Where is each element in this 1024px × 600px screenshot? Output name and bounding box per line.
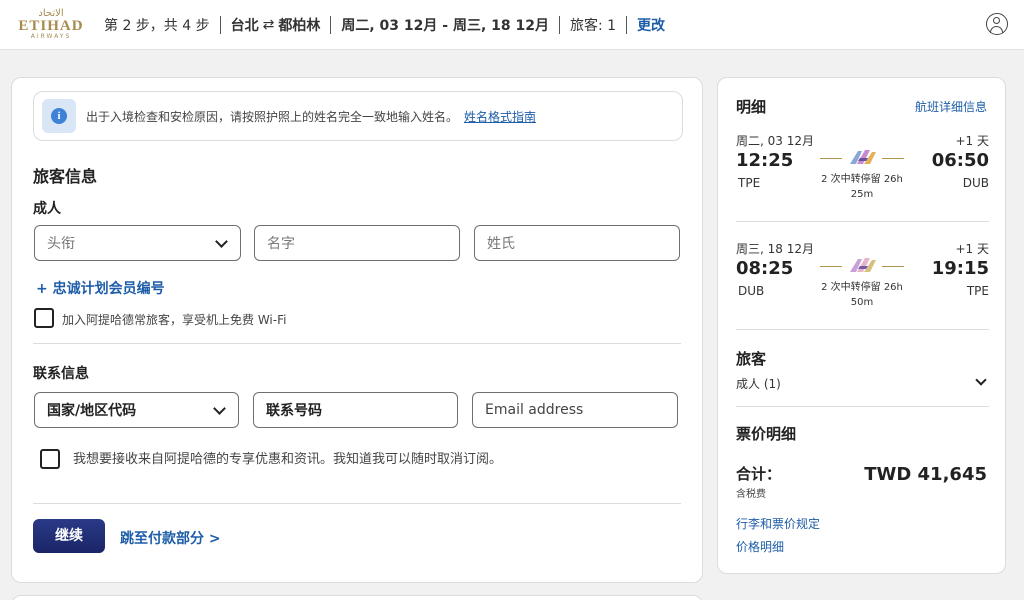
skip-to-payment-link[interactable]: 跳至付款部分 > xyxy=(120,528,221,548)
stops-info: 2 次中转停留 26h 25m xyxy=(821,174,903,200)
traveler-info-title: 旅客信息 xyxy=(33,167,98,186)
divider xyxy=(558,15,560,34)
plus-day: +1 天 xyxy=(955,134,989,148)
section-divider xyxy=(33,503,681,504)
step-indicator: 第 2 步，共 4 步 xyxy=(104,17,210,34)
chevron-down-icon xyxy=(213,402,226,415)
destination-city: 都柏林 xyxy=(278,17,321,34)
swap-arrows-icon: ⇄ xyxy=(262,16,275,33)
divider xyxy=(330,15,332,34)
section-divider xyxy=(33,343,681,344)
summary-divider xyxy=(736,221,989,222)
logo-arabic: الاتحاد xyxy=(38,7,64,19)
outbound-segment: 周二, 03 12月 +1 天 12:25 06:50 2 次中转停留 26h … xyxy=(718,132,1007,222)
total-tax-note: 含税费 xyxy=(736,489,766,500)
next-section-card xyxy=(11,595,703,600)
booking-summary-bar: 第 2 步，共 4 步 台北 ⇄ 都柏林 周二, 03 12月 - 周三, 18… xyxy=(104,15,665,35)
summary-divider xyxy=(736,329,989,330)
notice-text: 出于入境检查和安检原因，请按照护照上的姓名完全一致地输入姓名。 xyxy=(86,109,459,124)
logo-name: ETIHAD xyxy=(18,17,84,34)
logo-tagline: AIRWAYS xyxy=(30,32,72,40)
arrival-time: 19:15 xyxy=(931,258,989,279)
travelers-count: 成人 (1) xyxy=(736,377,781,391)
join-guest-label: 加入阿提哈德常旅客，享受机上免费 Wi-Fi xyxy=(62,313,287,327)
last-name-input[interactable]: 姓氏 xyxy=(474,225,680,261)
baggage-fare-rules-link[interactable]: 行李和票价规定 xyxy=(736,515,820,532)
contact-info-title: 联系信息 xyxy=(33,366,89,382)
country-code-select[interactable]: 国家/地区代码 xyxy=(34,392,239,428)
departure-airport: DUB xyxy=(738,284,765,298)
airline-tail-icon xyxy=(850,150,876,164)
airline-tail-icon xyxy=(850,258,876,272)
total-label: 合计： xyxy=(736,465,782,483)
first-name-input[interactable]: 名字 xyxy=(254,225,460,261)
stops-info: 2 次中转停留 26h 50m xyxy=(821,282,903,308)
return-segment: 周三, 18 12月 +1 天 08:25 19:15 2 次中转停留 26h … xyxy=(718,240,1007,330)
segment-date: 周三, 18 12月 xyxy=(736,242,814,256)
divider xyxy=(219,15,221,34)
marketing-opt-in-label: 我想要接收来自阿提哈德的专享优惠和资讯。我知道我可以随时取消订阅。 xyxy=(73,452,503,467)
departure-airport: TPE xyxy=(738,176,761,190)
arrival-airport: DUB xyxy=(962,176,989,190)
arrival-time: 06:50 xyxy=(931,150,989,171)
passenger-count: 旅客: 1 xyxy=(569,17,617,34)
join-guest-checkbox[interactable] xyxy=(34,308,54,328)
departure-time: 08:25 xyxy=(736,258,794,279)
top-bar: الاتحاد ETIHAD AIRWAYS 第 2 步，共 4 步 台北 ⇄ … xyxy=(0,0,1024,50)
name-format-guide-link[interactable]: 姓名格式指南 xyxy=(464,108,536,125)
origin-city: 台北 xyxy=(230,17,259,34)
add-loyalty-number-link[interactable]: + 忠诚计划会员编号 xyxy=(36,278,165,298)
travel-dates: 周二, 03 12月 - 周三, 18 12月 xyxy=(341,17,549,34)
departure-time: 12:25 xyxy=(736,150,794,171)
email-input[interactable]: Email address xyxy=(472,392,678,428)
chevron-down-icon xyxy=(215,235,228,248)
title-select[interactable]: 头衔 xyxy=(34,225,241,261)
user-account-icon[interactable] xyxy=(986,13,1008,35)
phone-number-input[interactable]: 联系号码 xyxy=(253,392,458,428)
chevron-down-icon[interactable] xyxy=(975,374,987,386)
price-breakdown-link[interactable]: 价格明细 xyxy=(736,538,784,555)
flight-details-link[interactable]: 航班详细信息 xyxy=(915,98,987,115)
arrival-airport: TPE xyxy=(966,284,989,298)
info-icon: i xyxy=(42,99,76,133)
plus-day: +1 天 xyxy=(955,242,989,256)
continue-button[interactable]: 继续 xyxy=(33,519,105,553)
total-price: TWD 41,645 xyxy=(864,464,987,485)
divider xyxy=(626,15,628,34)
name-notice: i 出于入境检查和安检原因，请按照护照上的姓名完全一致地输入姓名。 姓名格式指南 xyxy=(33,91,683,141)
change-search-link[interactable]: 更改 xyxy=(637,15,665,35)
booking-summary-card: 明细 航班详细信息 周二, 03 12月 +1 天 12:25 06:50 2 … xyxy=(717,77,1006,574)
route: 台北 ⇄ 都柏林 xyxy=(231,15,321,35)
passenger-form-card: i 出于入境检查和安检原因，请按照护照上的姓名完全一致地输入姓名。 姓名格式指南… xyxy=(11,77,703,583)
travelers-title: 旅客 xyxy=(736,350,767,368)
summary-title: 明细 xyxy=(736,98,767,116)
fare-breakdown-title: 票价明细 xyxy=(736,425,797,443)
etihad-logo[interactable]: الاتحاد ETIHAD AIRWAYS xyxy=(16,7,86,41)
marketing-opt-in-checkbox[interactable] xyxy=(40,449,60,469)
adult-label: 成人 xyxy=(33,201,61,217)
segment-date: 周二, 03 12月 xyxy=(736,134,814,148)
summary-divider xyxy=(736,406,989,407)
